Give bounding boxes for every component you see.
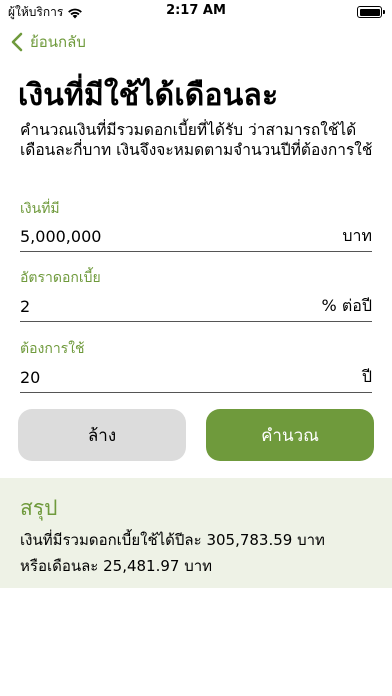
amount-input[interactable]: 5,000,000 [20, 227, 101, 246]
years-underline [20, 392, 372, 393]
rate-field[interactable]: อัตราดอกเบี้ย 2 % ต่อปี [20, 267, 372, 323]
status-right [357, 6, 385, 18]
rate-underline [20, 321, 372, 322]
amount-label: เงินที่มี [20, 201, 60, 217]
page-title: เงินที่มีใช้ได้เดือนละ [18, 78, 279, 113]
clear-button[interactable]: ล้าง [18, 409, 186, 461]
status-bar: ผู้ให้บริการ 2:17 AM [0, 0, 392, 24]
status-time: 2:17 AM [166, 3, 226, 18]
back-label: ย้อนกลับ [30, 33, 86, 51]
summary-monthly: หรือเดือนละ 25,481.97 บาท [20, 557, 213, 575]
amount-underline [20, 251, 372, 252]
summary-title: สรุป [20, 496, 58, 520]
amount-unit: บาท [342, 226, 372, 245]
years-unit: ปี [361, 367, 372, 386]
summary-panel: สรุป เงินที่มีรวมดอกเบี้ยใช้ได้ปีละ 305,… [0, 478, 392, 588]
years-label: ต้องการใช้ [20, 341, 85, 357]
rate-input[interactable]: 2 [20, 297, 30, 316]
summary-yearly: เงินที่มีรวมดอกเบี้ยใช้ได้ปีละ 305,783.5… [20, 531, 325, 549]
amount-field[interactable]: เงินที่มี 5,000,000 บาท [20, 198, 372, 254]
chevron-left-icon [11, 32, 23, 52]
rate-label: อัตราดอกเบี้ย [20, 270, 101, 286]
years-input[interactable]: 20 [20, 368, 40, 387]
back-button[interactable]: ย้อนกลับ [10, 30, 86, 54]
rate-unit: % ต่อปี [321, 296, 372, 315]
page-description: คำนวณเงินที่มีรวมดอกเบี้ยที่ได้รับ ว่าสา… [20, 121, 373, 159]
years-field[interactable]: ต้องการใช้ 20 ปี [20, 338, 372, 394]
calculate-button[interactable]: คำนวณ [206, 409, 374, 461]
battery-icon [357, 6, 385, 18]
